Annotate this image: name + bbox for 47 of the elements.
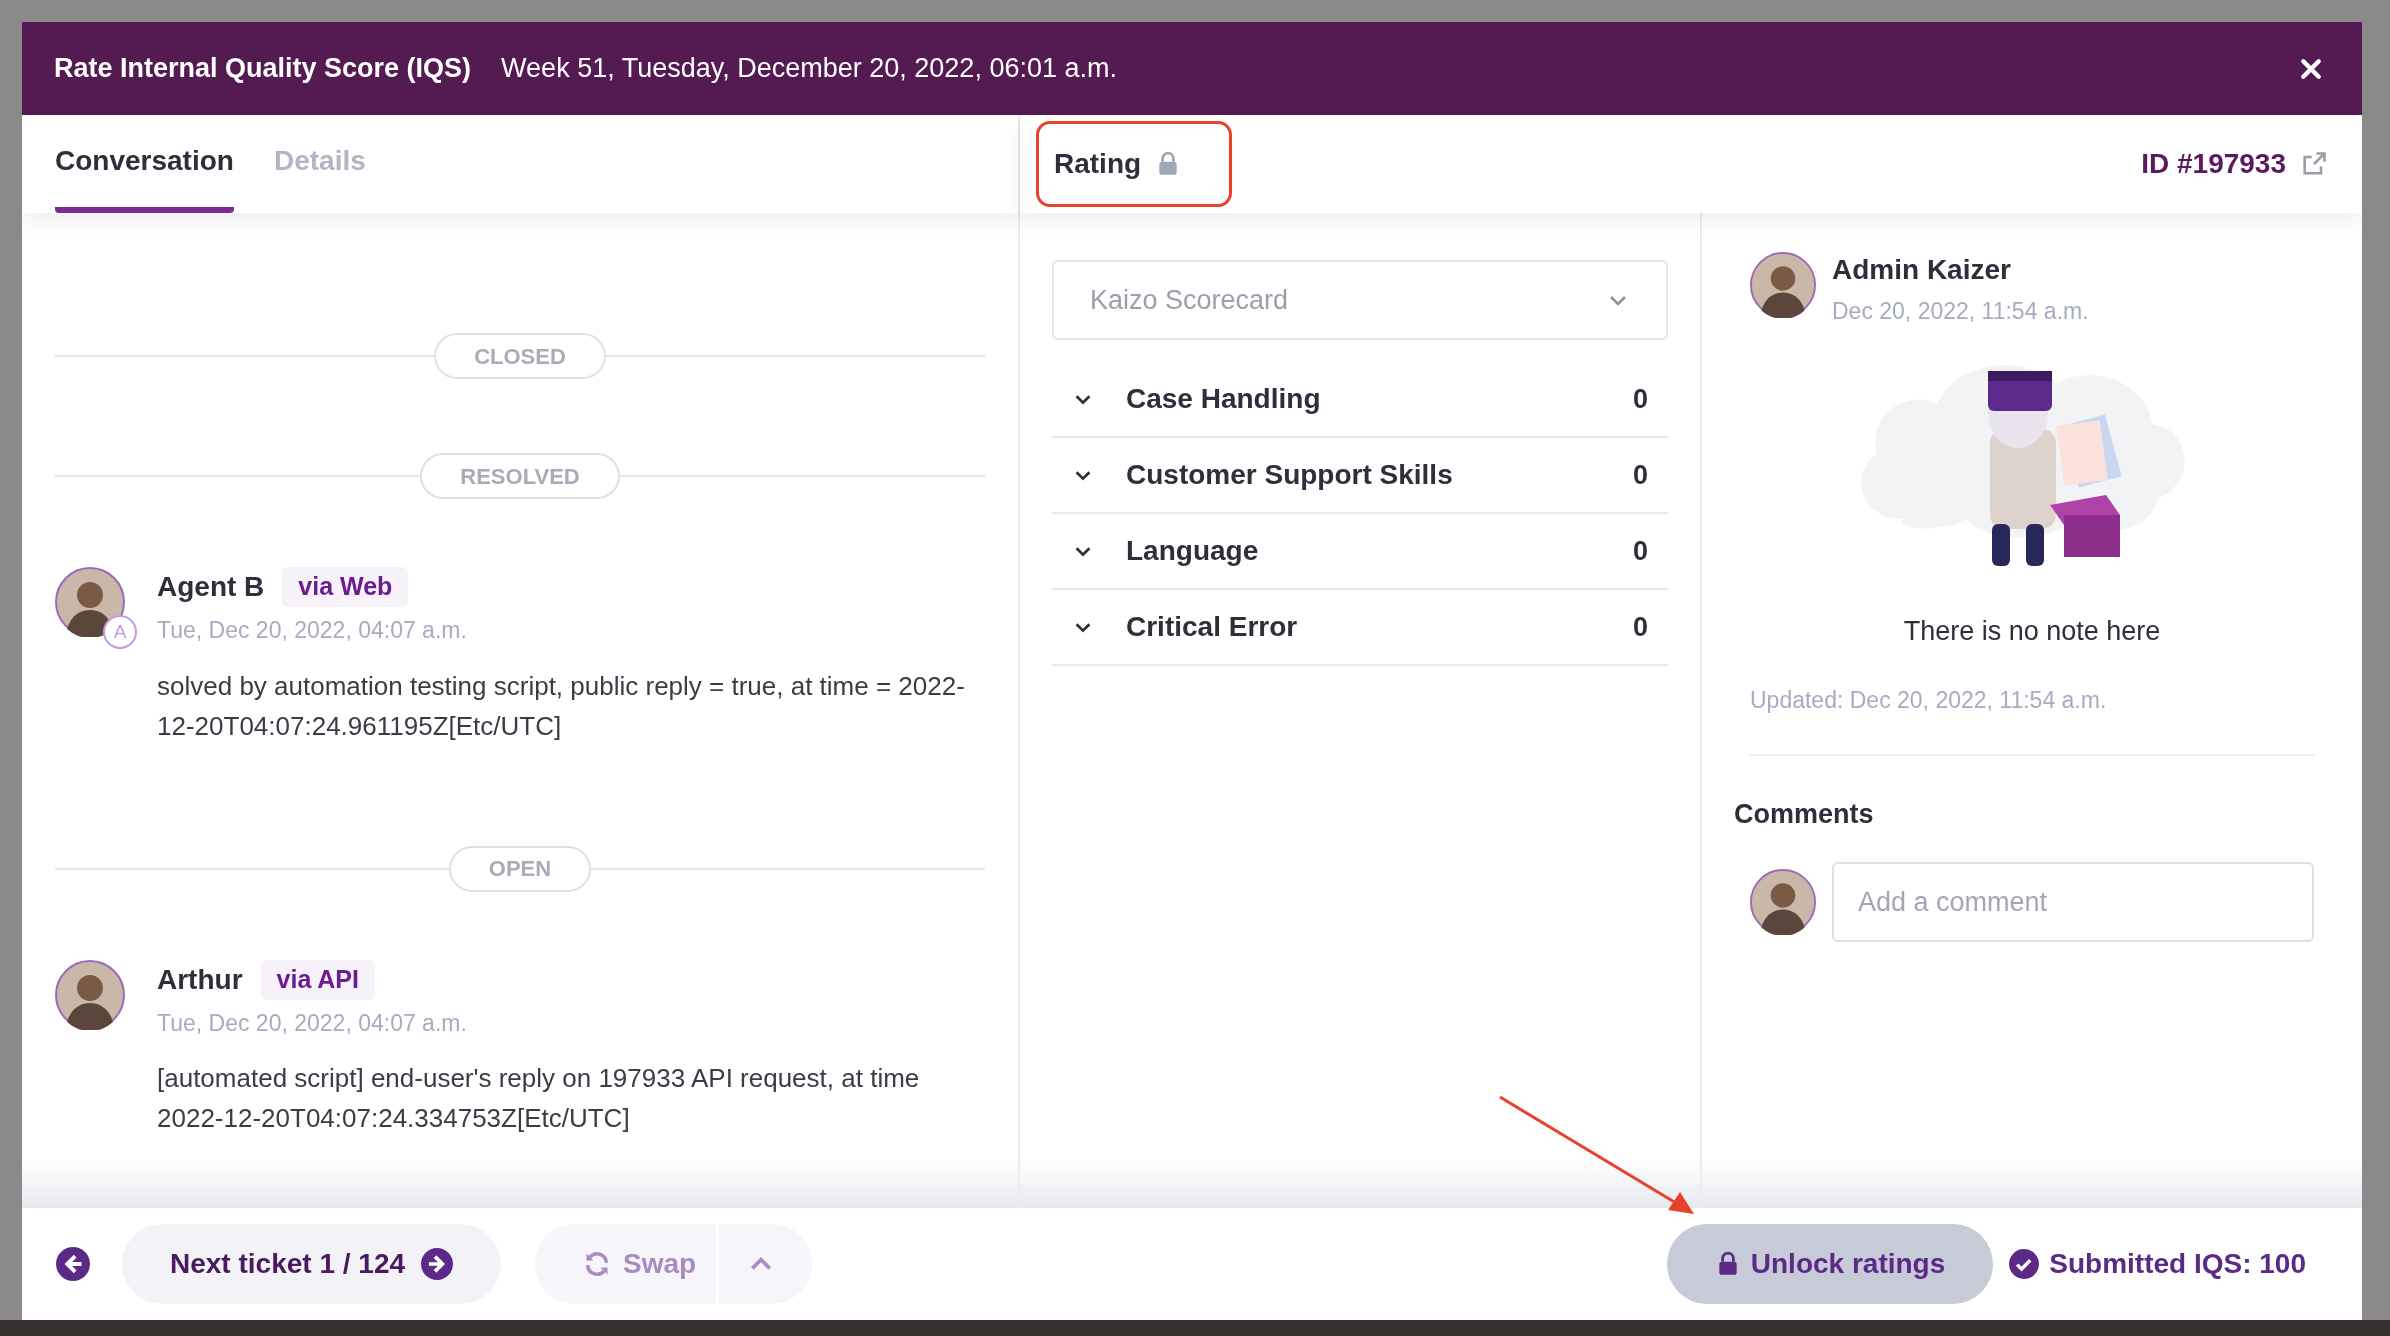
category-score: 0 (1632, 534, 1648, 568)
avatar (1750, 869, 1816, 935)
submitted-score: Submitted IQS: 100 (2049, 1247, 2306, 1281)
arrow-left-icon[interactable] (56, 1247, 90, 1281)
arrow-right-icon (421, 1248, 454, 1280)
channel-tag: via Web (282, 567, 409, 607)
comment-input[interactable]: Add a comment (1832, 862, 2314, 942)
dialog-subtitle: Week 51, Tuesday, December 20, 2022, 06:01 a.m. (501, 52, 1117, 86)
category-name: Language (1126, 534, 1260, 568)
next-ticket-button[interactable]: Next ticket 1 / 124 (122, 1224, 502, 1304)
score-category[interactable]: Case Handling 0 (1052, 362, 1668, 438)
score-category[interactable]: Customer Support Skills 0 (1052, 438, 1668, 514)
external-link-icon[interactable] (2300, 150, 2328, 178)
updated-time: Updated: Dec 20, 2022, 11:54 a.m. (1749, 686, 2108, 715)
message-time: Tue, Dec 20, 2022, 04:07 a.m. (157, 1008, 468, 1038)
category-score: 0 (1632, 458, 1648, 492)
agent-badge: A (103, 615, 137, 649)
author-name: Agent B (157, 570, 265, 604)
avatar (1750, 252, 1816, 318)
avatar (55, 959, 125, 1030)
message-text: [automated script] end-user's reply on 197933 API request, at time 2022-12-20T04:07:24.334753Z[Etc/UTC] (157, 1062, 921, 1135)
category-name: Customer Support Skills (1126, 458, 1454, 492)
note-time: Dec 20, 2022, 11:54 a.m. (1832, 297, 2089, 326)
comments-title: Comments (1734, 797, 1875, 831)
dialog-title: Rate Internal Quality Score (IQS) (54, 52, 472, 86)
close-icon[interactable] (2300, 57, 2322, 80)
message-time: Tue, Dec 20, 2022, 04:07 a.m. (157, 616, 468, 645)
status-label: OPEN (448, 845, 592, 892)
message-text: solved by automation testing script, public reply = true, at time = 2022-12-20T04:07:24.961195Z[Etc/UTC] (157, 669, 966, 743)
category-score: 0 (1632, 382, 1648, 416)
score-category[interactable]: Language 0 (1052, 514, 1668, 590)
check-circle-icon (2009, 1249, 2040, 1279)
empty-note-text: There is no note here (1902, 614, 2162, 648)
category-name: Critical Error (1126, 610, 1299, 644)
unlock-ratings-button[interactable]: Unlock ratings (1666, 1224, 1994, 1304)
tab[interactable]: Conversation (55, 115, 234, 213)
score-category[interactable]: Critical Error 0 (1052, 590, 1668, 666)
ticket-id: ID #197933 (2141, 147, 2286, 181)
status-label: RESOLVED (420, 453, 620, 499)
rating-title: Rating (1054, 147, 1142, 181)
category-name: Case Handling (1126, 382, 1322, 416)
avatar (55, 567, 125, 637)
category-score: 0 (1632, 610, 1648, 644)
author-name: Admin Kaizer (1832, 253, 2012, 287)
channel-tag: via API (260, 959, 375, 1000)
status-label: CLOSED (434, 333, 606, 379)
author-name: Arthur (157, 962, 243, 997)
